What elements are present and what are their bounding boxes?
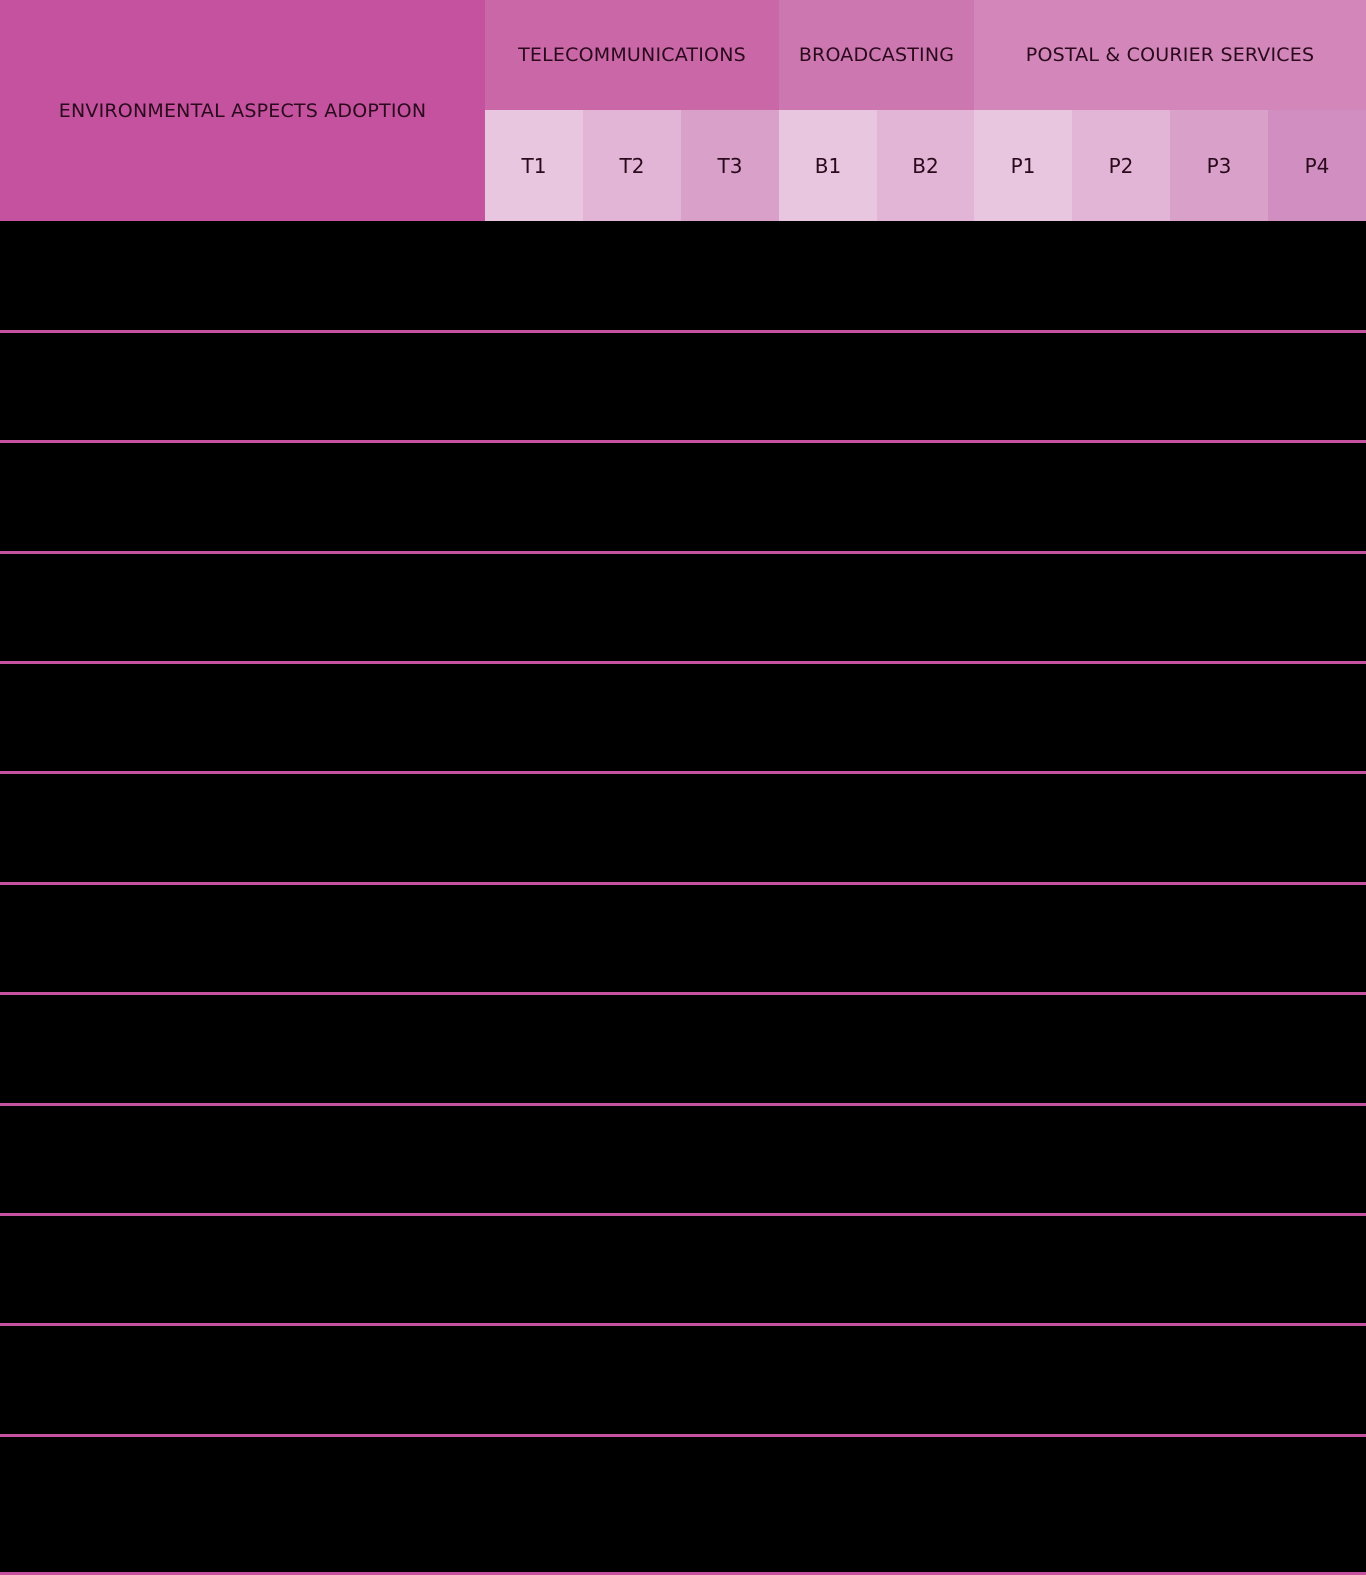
subheader-t1: T1 [485,110,583,221]
row-divider [0,330,1366,333]
subheader-b2: B2 [877,110,974,221]
subheader-p2: P2 [1072,110,1170,221]
row-divider [0,771,1366,774]
group-header-postal-courier: POSTAL & COURIER SERVICES [974,0,1366,110]
row-divider [0,661,1366,664]
subheader-p3: P3 [1170,110,1268,221]
subheader-t2: T2 [583,110,681,221]
row-divider [0,1434,1366,1437]
row-divider [0,992,1366,995]
row-divider [0,440,1366,443]
group-header-broadcasting: BROADCASTING [779,0,974,110]
subheader-p4: P4 [1268,110,1366,221]
row-divider [0,1323,1366,1326]
row-divider [0,551,1366,554]
row-divider [0,1103,1366,1106]
subheader-b1: B1 [779,110,877,221]
subheader-t3: T3 [681,110,779,221]
row-divider [0,1213,1366,1216]
group-header-telecommunications: TELECOMMUNICATIONS [485,0,779,110]
adoption-table: ENVIRONMENTAL ASPECTS ADOPTION TELECOMMU… [0,0,1366,1575]
subheader-p1: P1 [974,110,1072,221]
main-header: ENVIRONMENTAL ASPECTS ADOPTION [0,0,485,221]
row-divider [0,882,1366,885]
